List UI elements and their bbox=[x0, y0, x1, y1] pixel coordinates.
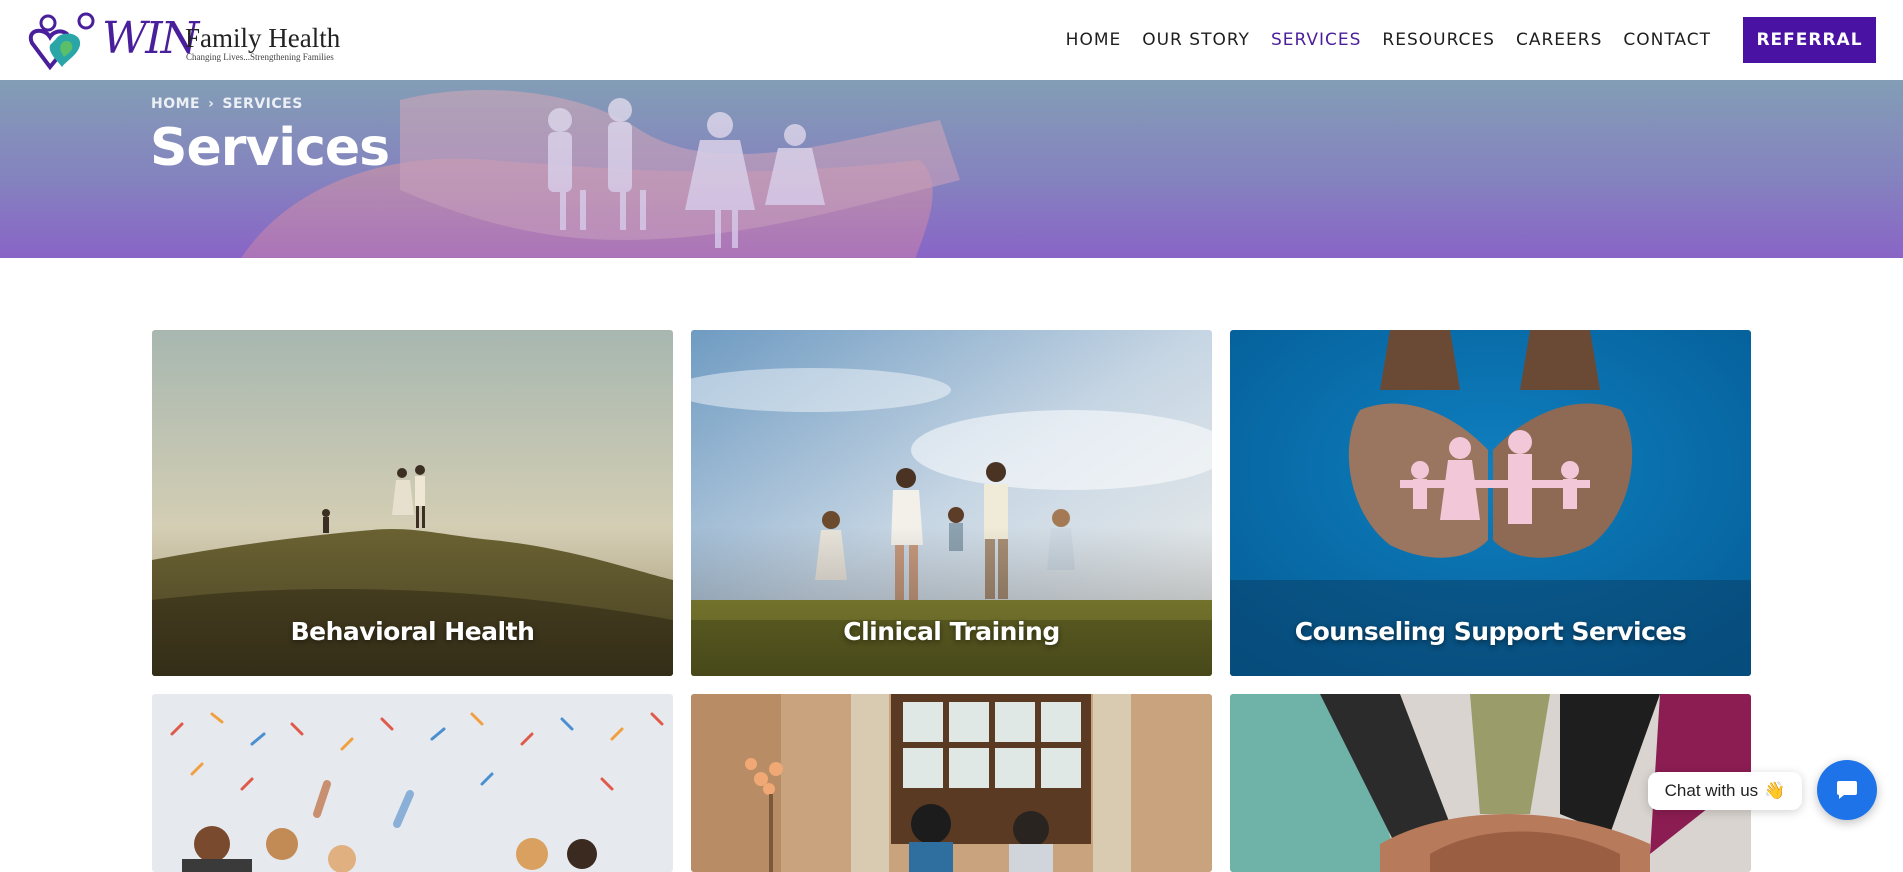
breadcrumb-home[interactable]: HOME bbox=[151, 96, 200, 112]
service-card-behavioral-health[interactable]: Behavioral Health bbox=[152, 330, 673, 676]
kids-confetti-image bbox=[152, 694, 673, 872]
wave-icon: 👋 bbox=[1764, 781, 1786, 800]
service-card-counseling-support[interactable]: Counseling Support Services bbox=[1230, 330, 1751, 676]
chat-prompt-bubble[interactable]: Chat with us 👋 bbox=[1648, 772, 1802, 810]
card-gradient bbox=[691, 526, 1212, 676]
chat-icon bbox=[1837, 781, 1857, 799]
logo-name: Family Health bbox=[185, 23, 341, 53]
card-title: Behavioral Health bbox=[290, 617, 535, 646]
site-header: WIN Family Health Changing Lives...Stren… bbox=[0, 0, 1903, 80]
page-hero: HOME › SERVICES Services bbox=[0, 80, 1903, 258]
service-card-clinical-training[interactable]: Clinical Training bbox=[691, 330, 1212, 676]
chat-launcher-button[interactable] bbox=[1817, 760, 1877, 820]
site-logo[interactable]: WIN Family Health Changing Lives...Stren… bbox=[26, 9, 340, 71]
nav-services[interactable]: SERVICES bbox=[1271, 28, 1361, 52]
breadcrumb-current: SERVICES bbox=[222, 96, 303, 112]
logo-heart-icon bbox=[28, 12, 95, 71]
logo-wordmark: WIN bbox=[102, 13, 199, 64]
chevron-right-icon: › bbox=[208, 96, 215, 112]
logo-tagline: Changing Lives...Strengthening Families bbox=[186, 52, 334, 62]
breadcrumb: HOME › SERVICES bbox=[151, 96, 303, 112]
nav-contact[interactable]: CONTACT bbox=[1623, 28, 1711, 52]
nav-our-story[interactable]: OUR STORY bbox=[1142, 28, 1250, 52]
nav-resources[interactable]: RESOURCES bbox=[1382, 28, 1495, 52]
nav-home[interactable]: HOME bbox=[1066, 28, 1122, 52]
nav-careers[interactable]: CAREERS bbox=[1516, 28, 1602, 52]
card-title: Clinical Training bbox=[843, 617, 1060, 646]
chat-prompt-text: Chat with us bbox=[1664, 781, 1759, 800]
page-title: Services bbox=[150, 118, 390, 178]
service-card-4[interactable] bbox=[152, 694, 673, 872]
card-gradient bbox=[152, 526, 673, 676]
consultation-room-image bbox=[691, 694, 1212, 872]
main-nav: HOME OUR STORY SERVICES RESOURCES CAREER… bbox=[1066, 28, 1711, 52]
referral-button[interactable]: REFERRAL bbox=[1743, 17, 1876, 63]
card-title: Counseling Support Services bbox=[1294, 617, 1687, 646]
service-card-5[interactable] bbox=[691, 694, 1212, 872]
